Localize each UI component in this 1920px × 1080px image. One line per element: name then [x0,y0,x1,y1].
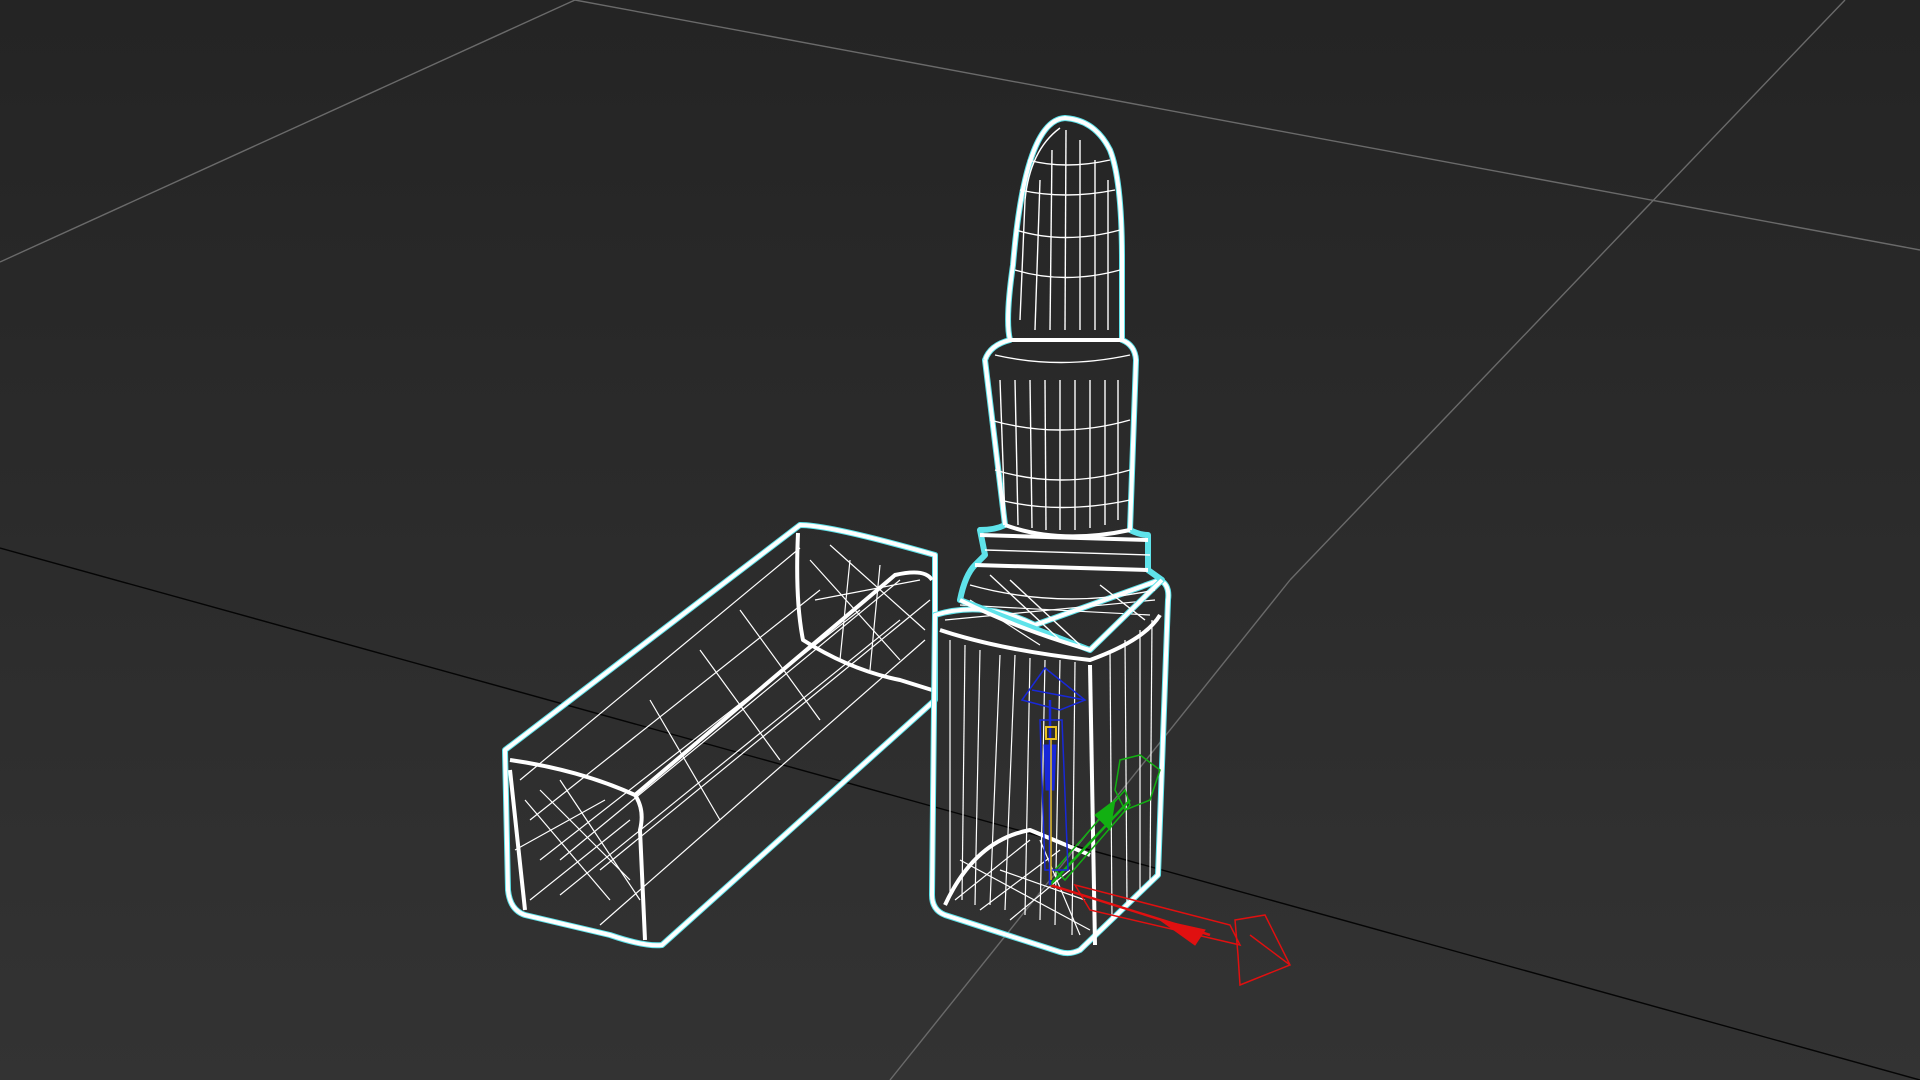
perspective-viewport[interactable] [0,0,1920,1080]
